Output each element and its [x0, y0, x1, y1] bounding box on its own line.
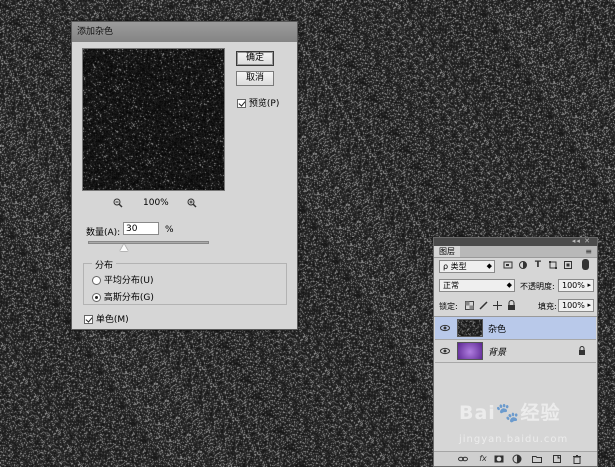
- preview-checkbox[interactable]: [237, 99, 246, 108]
- watermark-url: jingyan.baidu.com: [459, 434, 569, 445]
- amount-label: 数量(A):: [86, 228, 121, 238]
- panel-menu-icon[interactable]: ≡: [585, 247, 592, 256]
- fill-label: 填充:: [538, 302, 557, 311]
- layer-thumbnail: [457, 342, 483, 360]
- watermark-suffix: 经验: [520, 402, 561, 424]
- blend-mode-select[interactable]: 正常 ◆: [439, 279, 515, 292]
- amount-slider-track[interactable]: [88, 241, 209, 244]
- preview-canvas: [83, 49, 224, 190]
- paw-icon: 🐾: [495, 402, 521, 424]
- zoom-in-icon[interactable]: [187, 198, 197, 208]
- amount-input[interactable]: [123, 222, 159, 235]
- filter-toggle-icon[interactable]: [582, 259, 589, 270]
- watermark-brand: Bai: [459, 402, 496, 424]
- kind-filter-value: ρ 类型: [443, 262, 467, 271]
- folder-icon[interactable]: [532, 454, 542, 464]
- ok-button[interactable]: 确定: [236, 51, 274, 66]
- panel-tabbar: 图层 ≡: [434, 246, 597, 258]
- chevron-down-icon: ◆: [506, 281, 512, 289]
- uniform-label: 平均分布(U): [103, 276, 154, 286]
- pixel-filter-icon[interactable]: [503, 260, 513, 270]
- gaussian-radio[interactable]: [92, 293, 101, 302]
- distribution-group: 分布 平均分布(U) 高斯分布(G): [83, 258, 287, 305]
- chevron-right-icon: ▸: [587, 281, 591, 289]
- lock-label: 锁定:: [439, 302, 458, 311]
- collapse-icon[interactable]: ◂◂ ✕: [572, 237, 591, 245]
- lock-position-icon[interactable]: [493, 301, 502, 310]
- lock-transparent-icon[interactable]: [465, 301, 474, 310]
- trash-icon[interactable]: [572, 454, 582, 464]
- zoom-out-icon[interactable]: [113, 198, 123, 208]
- lock-pixels-icon[interactable]: [479, 301, 488, 310]
- add-noise-dialog: 添加杂色 确定 取消 预览(P) 100% 数量(A): % 分布 平均分布(U…: [71, 21, 298, 330]
- shape-filter-icon[interactable]: [548, 260, 558, 270]
- type-filter-icon[interactable]: T: [533, 260, 543, 270]
- lock-icon[interactable]: [578, 346, 586, 355]
- monochrome-option[interactable]: 单色(M): [84, 312, 129, 325]
- new-layer-icon[interactable]: [552, 454, 562, 464]
- layer-row-background[interactable]: 背景: [435, 340, 596, 363]
- adjustment-filter-icon[interactable]: [518, 260, 528, 270]
- fx-icon[interactable]: fx: [478, 454, 488, 464]
- distribution-legend: 分布: [92, 258, 117, 271]
- preview-option[interactable]: 预览(P): [237, 96, 279, 109]
- distribution-gaussian-option[interactable]: 高斯分布(G): [92, 290, 154, 303]
- adjustment-icon[interactable]: [512, 454, 522, 464]
- layer-name[interactable]: 杂色: [488, 322, 506, 335]
- opacity-value: 100%: [562, 281, 585, 290]
- eye-icon[interactable]: [440, 346, 450, 356]
- opacity-input[interactable]: 100% ▸: [558, 279, 594, 292]
- layer-name[interactable]: 背景: [488, 345, 506, 358]
- amount-unit: %: [165, 225, 174, 235]
- blend-mode-value: 正常: [443, 281, 459, 290]
- layer-row-noise[interactable]: 杂色: [435, 317, 596, 340]
- gaussian-label: 高斯分布(G): [103, 293, 154, 303]
- panel-bottom-toolbar: fx: [434, 451, 597, 466]
- fill-input[interactable]: 100% ▸: [558, 299, 594, 312]
- smart-object-filter-icon[interactable]: [563, 260, 573, 270]
- uniform-radio[interactable]: [92, 276, 101, 285]
- eye-icon[interactable]: [440, 323, 450, 333]
- mask-icon[interactable]: [494, 454, 504, 464]
- distribution-uniform-option[interactable]: 平均分布(U): [92, 273, 154, 286]
- dialog-title[interactable]: 添加杂色: [72, 22, 297, 42]
- tab-layers[interactable]: 图层: [434, 246, 460, 257]
- chevron-right-icon: ▸: [587, 301, 591, 309]
- panel-topbar[interactable]: ◂◂ ✕: [434, 237, 597, 246]
- preview-label: 预览(P): [248, 99, 280, 109]
- link-icon[interactable]: [458, 454, 468, 464]
- lock-all-icon[interactable]: [507, 300, 516, 310]
- noise-preview[interactable]: [82, 48, 225, 191]
- cancel-button[interactable]: 取消: [236, 71, 274, 86]
- monochrome-checkbox[interactable]: [84, 315, 93, 324]
- layer-thumbnail: [457, 319, 483, 337]
- opacity-label: 不透明度:: [520, 282, 555, 291]
- monochrome-label: 单色(M): [95, 315, 129, 325]
- baidu-watermark: Bai🐾经验 jingyan.baidu.com: [459, 398, 568, 447]
- chevron-down-icon: ◆: [486, 262, 492, 270]
- kind-filter-select[interactable]: ρ 类型 ◆: [439, 260, 495, 273]
- zoom-level: 100%: [143, 198, 169, 208]
- amount-slider-thumb[interactable]: [120, 244, 129, 251]
- fill-value: 100%: [562, 301, 585, 310]
